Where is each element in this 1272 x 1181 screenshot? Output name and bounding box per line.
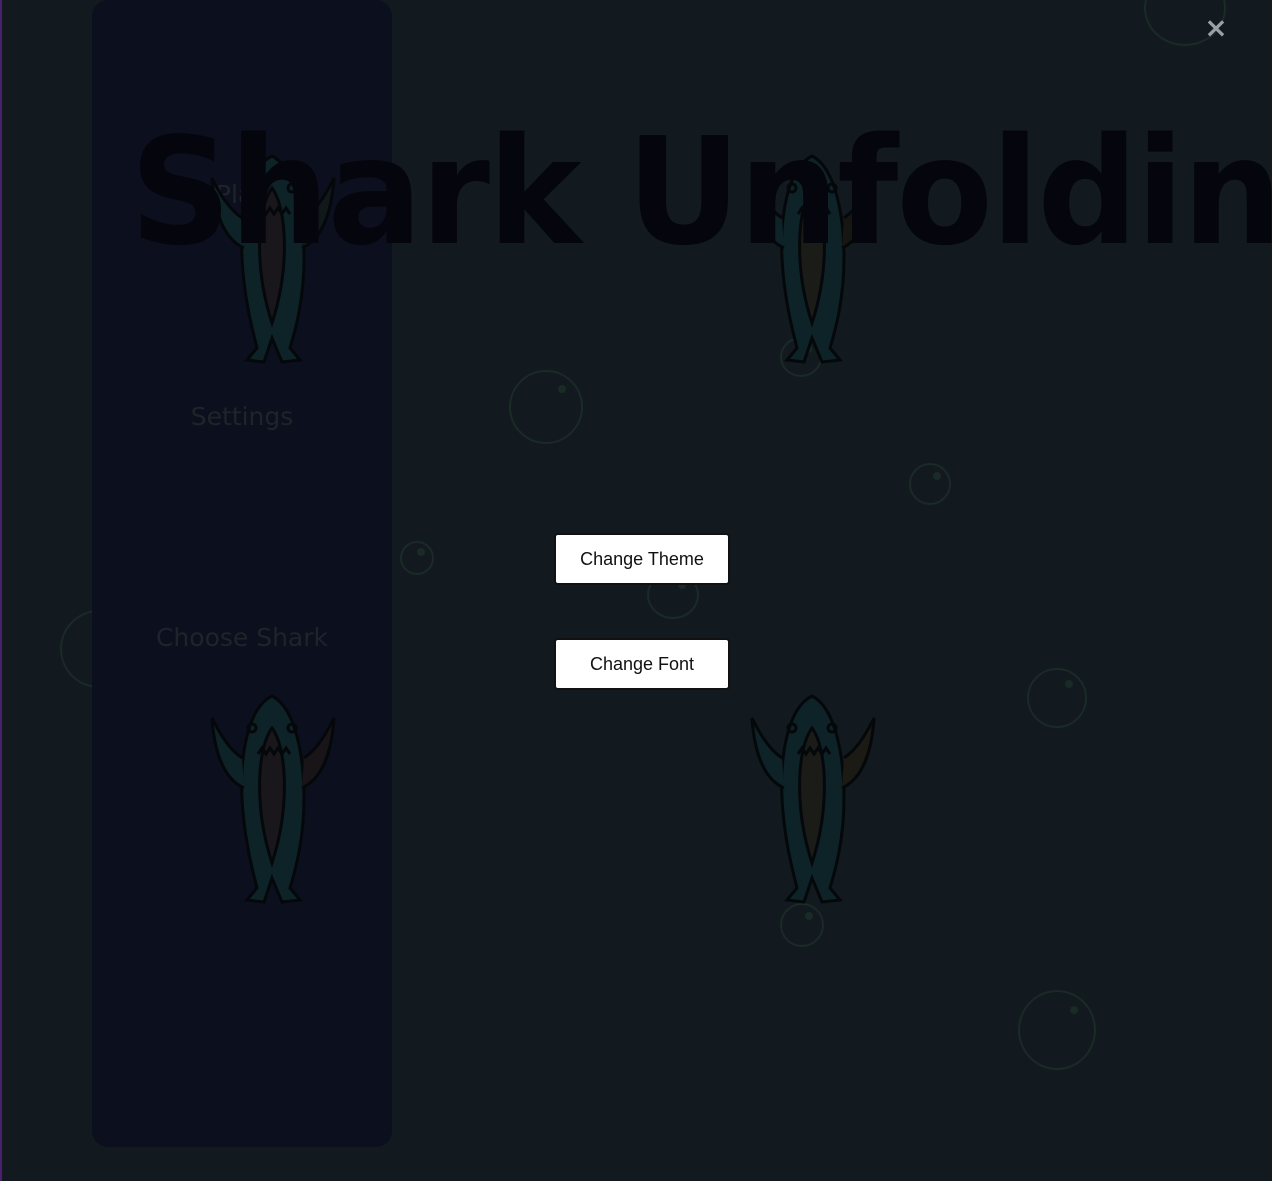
bubble-decoration	[400, 541, 434, 575]
close-icon[interactable]: ×	[1202, 14, 1230, 42]
settings-overlay-page: Play Settings Choose Shark Shark Unfoldi…	[0, 0, 1272, 1181]
sidebar-item-choose-shark[interactable]: Choose Shark	[92, 623, 392, 652]
shark-illustration	[750, 694, 876, 904]
sidebar-item-settings[interactable]: Settings	[92, 402, 392, 431]
bubble-decoration	[1027, 668, 1087, 728]
change-theme-button[interactable]: Change Theme	[554, 533, 730, 585]
bubble-decoration	[509, 370, 583, 444]
page-title: Shark Unfolding	[130, 106, 1272, 278]
bubble-decoration	[909, 463, 951, 505]
bubble-decoration	[1018, 990, 1096, 1070]
bubble-decoration	[780, 903, 824, 947]
shark-illustration	[210, 694, 336, 904]
change-font-button[interactable]: Change Font	[554, 638, 730, 690]
